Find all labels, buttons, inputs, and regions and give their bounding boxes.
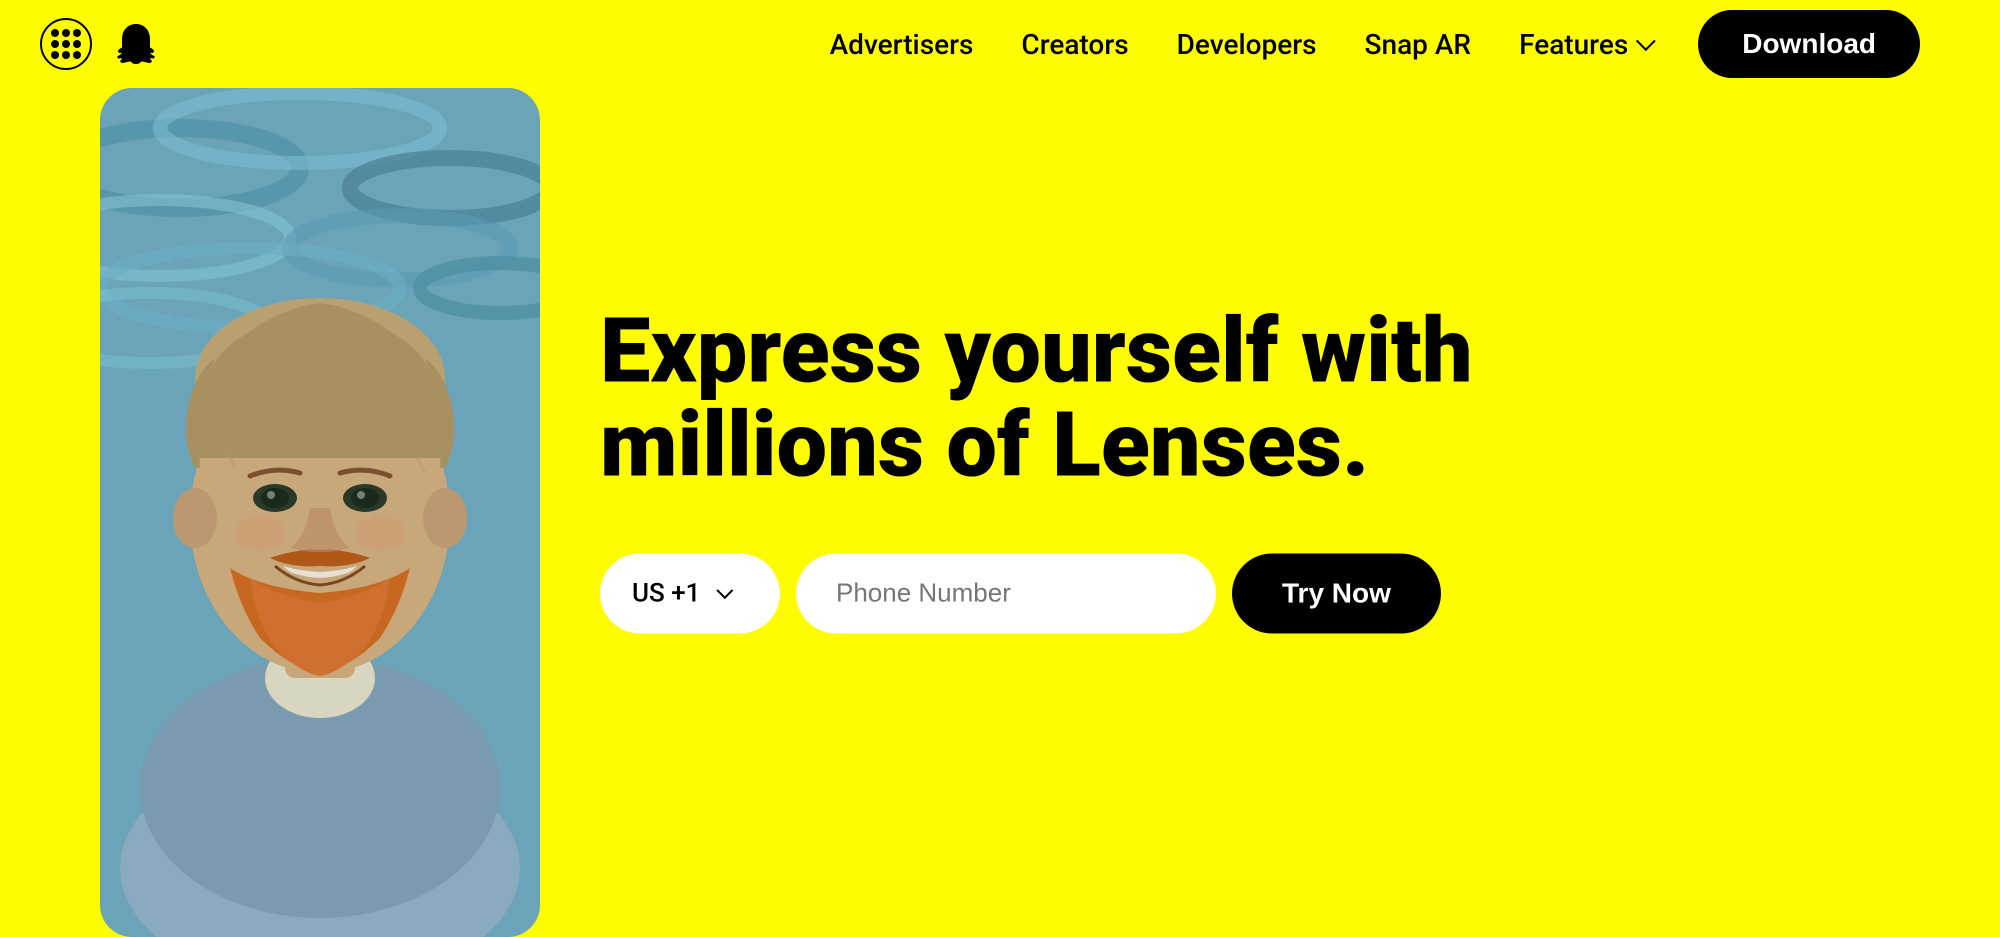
country-chevron-icon: [717, 582, 734, 599]
nav-developers[interactable]: Developers: [1177, 28, 1317, 61]
phone-number-input[interactable]: [796, 553, 1216, 633]
country-code-label: US +1: [632, 578, 700, 608]
hero-content: Express yourself with millions of Lenses…: [600, 304, 1473, 633]
phone-form: US +1 Try Now: [600, 553, 1473, 633]
dot: [62, 40, 70, 48]
nav-advertisers[interactable]: Advertisers: [830, 28, 974, 61]
hero-image: [100, 88, 540, 937]
country-code-selector[interactable]: US +1: [600, 553, 780, 633]
nav-snap-ar[interactable]: Snap AR: [1365, 28, 1472, 61]
nav-creators[interactable]: Creators: [1021, 28, 1128, 61]
dot: [73, 40, 81, 48]
nav-features[interactable]: Features: [1519, 28, 1650, 61]
grid-menu-icon[interactable]: [40, 18, 92, 70]
features-chevron-icon: [1636, 31, 1656, 51]
grid-dots: [51, 29, 81, 59]
dot: [73, 29, 81, 37]
download-button[interactable]: Download: [1698, 10, 1920, 78]
main-nav: Advertisers Creators Developers Snap AR …: [830, 10, 1920, 78]
dot: [51, 29, 59, 37]
main-header: Advertisers Creators Developers Snap AR …: [0, 0, 2000, 88]
hero-headline: Express yourself with millions of Lenses…: [600, 304, 1473, 493]
dot: [51, 40, 59, 48]
dot: [62, 29, 70, 37]
hero-section: Express yourself with millions of Lenses…: [0, 0, 2000, 937]
try-now-button[interactable]: Try Now: [1232, 553, 1441, 633]
header-left: [40, 18, 160, 70]
dot: [73, 51, 81, 59]
snapchat-logo-icon[interactable]: [112, 20, 160, 68]
van-gogh-portrait: [100, 88, 540, 937]
dot: [51, 51, 59, 59]
dot: [62, 51, 70, 59]
